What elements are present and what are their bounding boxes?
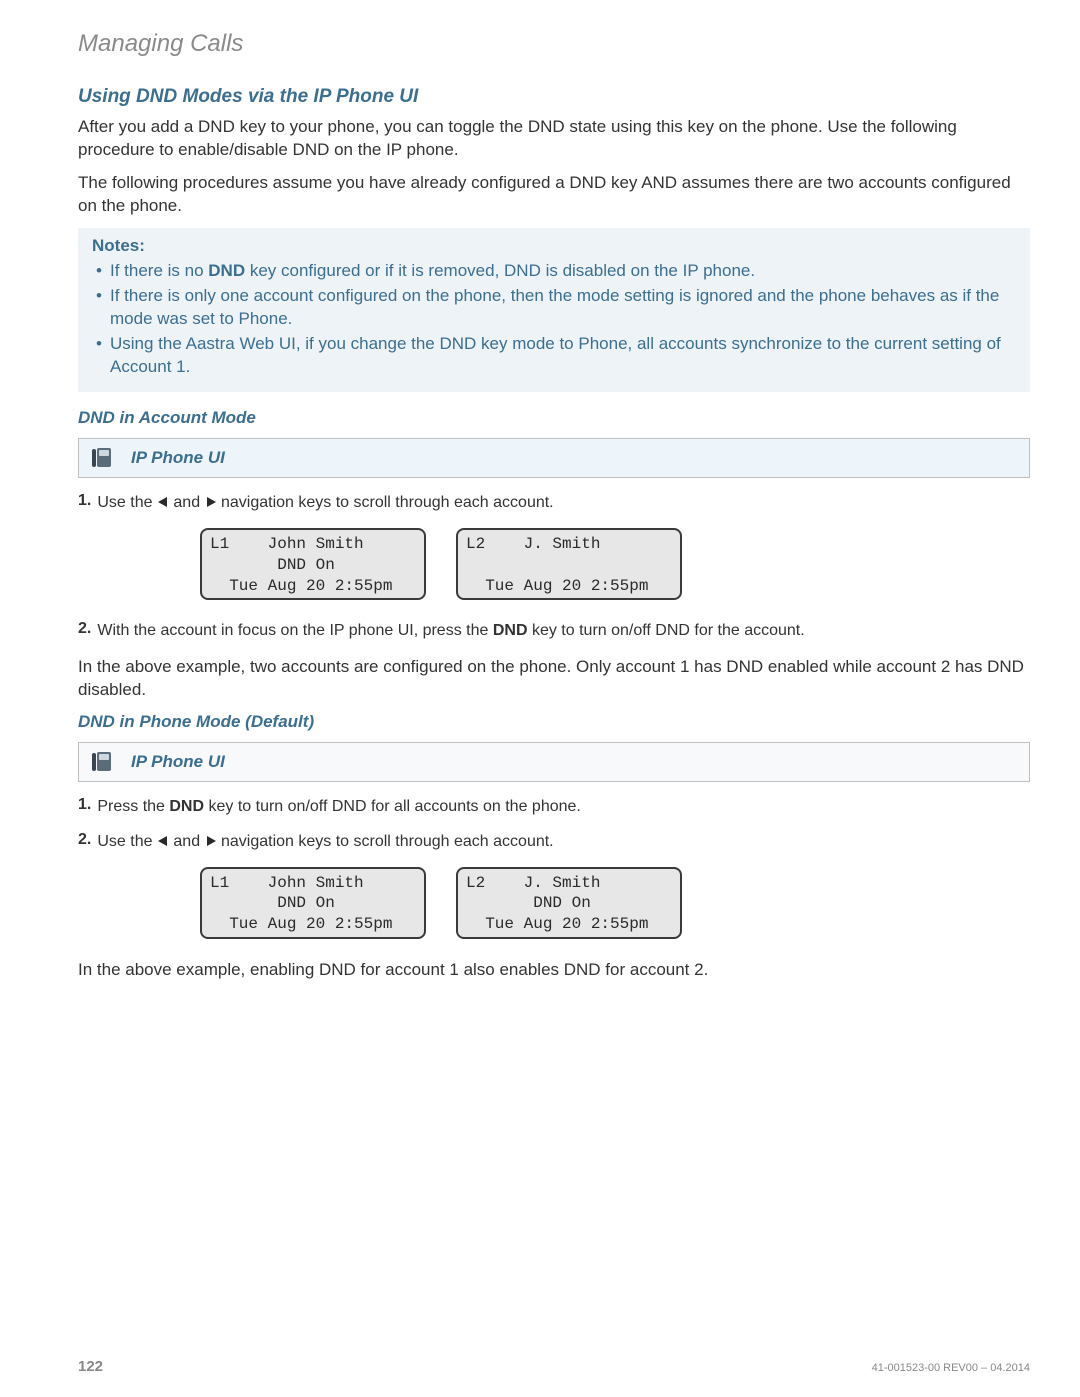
text: navigation keys to scroll through each a…	[221, 833, 554, 850]
lcd-row: L1 John Smith DND On Tue Aug 20 2:55pm L…	[200, 528, 1030, 600]
step-text: Use the and navigation keys to scroll th…	[97, 831, 553, 853]
text: and	[173, 833, 204, 850]
step-number: 2.	[78, 620, 91, 642]
section-title: Using DND Modes via the IP Phone UI	[78, 86, 1030, 108]
phone-summary: In the above example, enabling DND for a…	[78, 959, 1030, 982]
text: key to turn on/off DND for the account.	[528, 622, 805, 639]
step-number: 1.	[78, 492, 91, 514]
text: key to turn on/off DND for all accounts …	[204, 798, 581, 815]
note-bold: DND	[208, 261, 245, 280]
step: 2. Use the and navigation keys to scroll…	[78, 831, 1030, 853]
phone-mode-title: DND in Phone Mode (Default)	[78, 712, 1030, 732]
text: Use the	[97, 494, 157, 511]
ip-phone-ui-label: IP Phone UI	[131, 752, 225, 772]
page-header: Managing Calls	[78, 30, 1030, 58]
step: 1. Use the and navigation keys to scroll…	[78, 492, 1030, 514]
ip-phone-ui-label: IP Phone UI	[131, 448, 225, 468]
note-item: If there is no DND key configured or if …	[92, 260, 1016, 283]
account-summary: In the above example, two accounts are c…	[78, 656, 1030, 702]
text: and	[173, 494, 204, 511]
nav-right-icon	[205, 835, 217, 847]
step-text: Use the and navigation keys to scroll th…	[97, 492, 553, 514]
nav-left-icon	[157, 496, 169, 508]
lcd-row: L1 John Smith DND On Tue Aug 20 2:55pm L…	[200, 867, 1030, 939]
key-name: DND	[493, 622, 528, 639]
key-name: DND	[169, 798, 204, 815]
note-item: If there is only one account configured …	[92, 285, 1016, 331]
step-text: Press the DND key to turn on/off DND for…	[97, 796, 581, 818]
notes-box: Notes: If there is no DND key configured…	[78, 228, 1030, 393]
step-text: With the account in focus on the IP phon…	[97, 620, 804, 642]
note-text: key configured or if it is removed, DND …	[245, 261, 755, 280]
lcd-screen-l2: L2 J. Smith Tue Aug 20 2:55pm	[456, 528, 682, 600]
text: With the account in focus on the IP phon…	[97, 622, 493, 639]
step: 2. With the account in focus on the IP p…	[78, 620, 1030, 642]
text: navigation keys to scroll through each a…	[221, 494, 554, 511]
intro-paragraph-1: After you add a DND key to your phone, y…	[78, 116, 1030, 162]
text: Use the	[97, 833, 157, 850]
lcd-screen-l2: L2 J. Smith DND On Tue Aug 20 2:55pm	[456, 867, 682, 939]
notes-title: Notes:	[92, 236, 1016, 256]
document-id: 41-001523-00 REV00 – 04.2014	[872, 1362, 1030, 1374]
lcd-screen-l1: L1 John Smith DND On Tue Aug 20 2:55pm	[200, 528, 426, 600]
nav-left-icon	[157, 835, 169, 847]
phone-icon	[89, 445, 115, 471]
lcd-screen-l1: L1 John Smith DND On Tue Aug 20 2:55pm	[200, 867, 426, 939]
nav-right-icon	[205, 496, 217, 508]
note-item: Using the Aastra Web UI, if you change t…	[92, 333, 1016, 379]
page-footer: 122 41-001523-00 REV00 – 04.2014	[78, 1358, 1030, 1375]
text: Press the	[97, 798, 169, 815]
ip-phone-ui-bar: IP Phone UI	[78, 438, 1030, 478]
page-number: 122	[78, 1358, 103, 1375]
step: 1. Press the DND key to turn on/off DND …	[78, 796, 1030, 818]
step-number: 1.	[78, 796, 91, 818]
ip-phone-ui-bar: IP Phone UI	[78, 742, 1030, 782]
step-number: 2.	[78, 831, 91, 853]
note-text: If there is no	[110, 261, 208, 280]
intro-paragraph-2: The following procedures assume you have…	[78, 172, 1030, 218]
account-mode-title: DND in Account Mode	[78, 408, 1030, 428]
phone-icon	[89, 749, 115, 775]
